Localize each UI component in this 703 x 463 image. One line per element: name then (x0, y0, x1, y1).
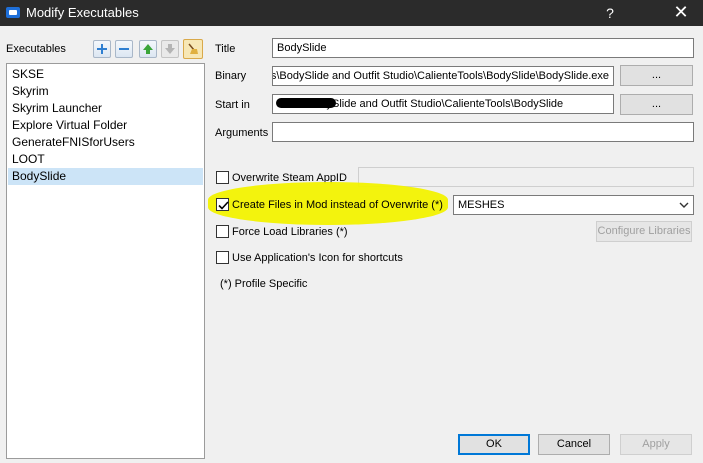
move-up-button[interactable] (139, 40, 157, 58)
clear-button[interactable] (183, 39, 203, 59)
move-up-icon (143, 44, 153, 54)
close-button[interactable]: ✕ (668, 2, 694, 24)
mod-select[interactable]: MESHES (453, 195, 694, 215)
overwrite-steam-appid-checkbox[interactable] (216, 171, 229, 184)
add-icon (97, 44, 107, 54)
list-item[interactable]: Skyrim Launcher (8, 100, 203, 117)
remove-executable-button[interactable] (115, 40, 133, 58)
use-app-icon-checkbox[interactable] (216, 251, 229, 264)
help-button[interactable]: ? (600, 2, 620, 24)
chevron-down-icon (679, 202, 689, 208)
title-label: Title (215, 43, 236, 55)
configure-libraries-button[interactable]: Configure Libraries (596, 221, 692, 242)
redaction-mark (276, 98, 336, 108)
arguments-label: Arguments (215, 127, 269, 139)
apply-button[interactable]: Apply (620, 434, 692, 455)
start-in-label: Start in (215, 99, 250, 111)
checkmark-icon (218, 201, 229, 210)
force-load-libraries-label: Force Load Libraries (*) (232, 226, 348, 238)
list-item[interactable]: LOOT (8, 151, 203, 168)
window-title: Modify Executables (26, 5, 139, 20)
create-files-in-mod-checkbox[interactable] (216, 198, 229, 211)
start-in-browse-button[interactable]: ... (620, 94, 693, 115)
app-icon (6, 7, 20, 18)
list-item[interactable]: Skyrim (8, 83, 203, 100)
executables-list[interactable]: SKSE Skyrim Skyrim Launcher Explore Virt… (6, 63, 205, 459)
clear-icon (188, 43, 198, 54)
ok-button[interactable]: OK (458, 434, 530, 455)
force-load-libraries-checkbox[interactable] (216, 225, 229, 238)
binary-path: ds\BodySlide and Outfit Studio\CalienteT… (272, 70, 609, 82)
add-executable-button[interactable] (93, 40, 111, 58)
mod-select-value: MESHES (458, 199, 505, 211)
title-field[interactable]: BodySlide (272, 38, 694, 58)
binary-field[interactable]: ds\BodySlide and Outfit Studio\CalienteT… (272, 66, 614, 86)
arguments-field[interactable] (272, 122, 694, 142)
move-down-icon (165, 44, 175, 54)
use-app-icon-label: Use Application's Icon for shortcuts (232, 252, 403, 264)
binary-label: Binary (215, 70, 247, 82)
list-item[interactable]: GenerateFNISforUsers (8, 134, 203, 151)
remove-icon (119, 48, 129, 50)
executables-heading: Executables (6, 43, 66, 55)
list-item[interactable]: SKSE (8, 66, 203, 83)
steam-appid-field[interactable] (358, 167, 694, 187)
profile-specific-note: (*) Profile Specific (220, 278, 308, 290)
binary-browse-button[interactable]: ... (620, 65, 693, 86)
move-down-button[interactable] (161, 40, 179, 58)
title-bar: Modify Executables ? ✕ (0, 0, 703, 26)
list-item-selected[interactable]: BodySlide (8, 168, 203, 185)
cancel-button[interactable]: Cancel (538, 434, 610, 455)
list-item[interactable]: Explore Virtual Folder (8, 117, 203, 134)
create-files-in-mod-label: Create Files in Mod instead of Overwrite… (232, 199, 443, 211)
